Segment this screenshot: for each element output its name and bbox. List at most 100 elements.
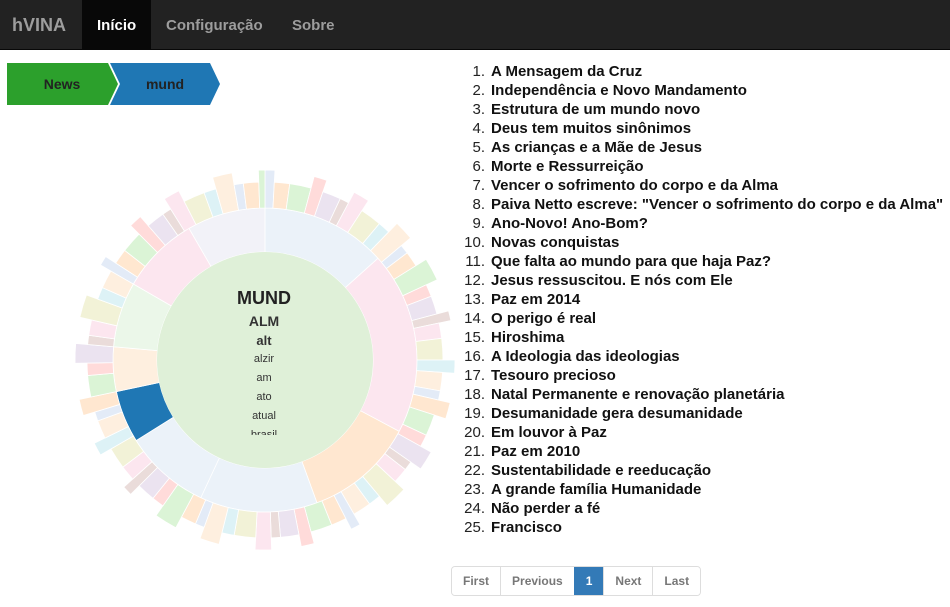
document-list-item[interactable]: 23. A grande família Humanidade	[455, 480, 950, 499]
document-number: 12.	[464, 272, 485, 289]
document-title[interactable]: Desumanidade gera desumanidade	[485, 404, 743, 423]
brand-logo[interactable]: hVINA	[12, 0, 66, 50]
document-title[interactable]: Sustentabilidade e reeducação	[485, 461, 711, 480]
document-title[interactable]: Ano-Novo! Ano-Bom?	[485, 214, 648, 233]
nav-item-inicio[interactable]: Início	[82, 0, 152, 50]
pagination-previous[interactable]: Previous	[500, 567, 574, 595]
document-number: 25.	[464, 519, 485, 536]
document-number: 17.	[464, 367, 485, 384]
document-list-item[interactable]: 13. Paz em 2014	[455, 290, 950, 309]
document-title[interactable]: Que falta ao mundo para que haja Paz?	[485, 252, 771, 271]
document-list-item[interactable]: 12. Jesus ressuscitou. E nós com Ele	[455, 271, 950, 290]
document-list-item[interactable]: 8. Paiva Netto escreve: "Vencer o sofrime…	[455, 195, 950, 214]
document-list-item[interactable]: 6. Morte e Ressurreição	[455, 157, 950, 176]
breadcrumb-news-label[interactable]: News	[7, 63, 117, 105]
document-list-item[interactable]: 15. Hiroshima	[455, 328, 950, 347]
document-number: 1.	[472, 63, 485, 80]
document-title[interactable]: Paz em 2010	[485, 442, 580, 461]
document-list-item[interactable]: 17. Tesouro precioso	[455, 366, 950, 385]
pagination-current-page[interactable]: 1	[573, 567, 604, 595]
document-title[interactable]: Novas conquistas	[485, 233, 619, 252]
document-title[interactable]: Paz em 2014	[485, 290, 580, 309]
document-list-item[interactable]: 22. Sustentabilidade e reeducação	[455, 461, 950, 480]
document-number: 21.	[464, 443, 485, 460]
pagination-next[interactable]: Next	[603, 567, 653, 595]
document-title[interactable]: Deus tem muitos sinônimos	[485, 119, 691, 138]
document-number: 4.	[472, 120, 485, 137]
document-number: 24.	[464, 500, 485, 517]
document-list-item[interactable]: 4. Deus tem muitos sinônimos	[455, 119, 950, 138]
document-number: 5.	[472, 139, 485, 156]
document-title[interactable]: Hiroshima	[485, 328, 564, 347]
document-title[interactable]: Independência e Novo Mandamento	[485, 81, 747, 100]
document-number: 13.	[464, 291, 485, 308]
document-list-item[interactable]: 20. Em louvor à Paz	[455, 423, 950, 442]
document-title[interactable]: Tesouro precioso	[485, 366, 616, 385]
document-list-item[interactable]: 3. Estrutura de um mundo novo	[455, 100, 950, 119]
document-title[interactable]: Morte e Ressurreição	[485, 157, 644, 176]
document-title[interactable]: As crianças e a Mãe de Jesus	[485, 138, 702, 157]
document-number: 10.	[464, 234, 485, 251]
center-word[interactable]: alt	[185, 331, 343, 350]
center-word[interactable]: alzir	[185, 350, 343, 369]
document-number: 22.	[464, 462, 485, 479]
document-list-item[interactable]: 21. Paz em 2010	[455, 442, 950, 461]
sunburst-outer-segment[interactable]	[257, 169, 266, 209]
document-title[interactable]: Estrutura de um mundo novo	[485, 100, 700, 119]
document-number: 20.	[464, 424, 485, 441]
document-title[interactable]: A grande família Humanidade	[485, 480, 701, 499]
document-list-item[interactable]: 1. A Mensagem da Cruz	[455, 62, 950, 81]
sunburst-outer-segment[interactable]	[269, 510, 281, 539]
center-title[interactable]: MUND	[185, 285, 343, 311]
document-number: 9.	[472, 215, 485, 232]
sunburst-outer-segment[interactable]	[86, 362, 115, 376]
document-number: 23.	[464, 481, 485, 498]
center-word[interactable]: am	[185, 369, 343, 388]
document-title[interactable]: Não perder a fé	[485, 499, 600, 518]
document-list-item[interactable]: 16. A Ideologia das ideologias	[455, 347, 950, 366]
document-number: 14.	[464, 310, 485, 327]
document-title[interactable]: O perigo é real	[485, 309, 596, 328]
document-title[interactable]: Vencer o sofrimento do corpo e da Alma	[485, 176, 778, 195]
document-list-item[interactable]: 25. Francisco	[455, 518, 950, 537]
center-word[interactable]: brasil	[185, 426, 343, 435]
document-list-item[interactable]: 18. Natal Permanente e renovação planetár…	[455, 385, 950, 404]
document-list-item[interactable]: 14. O perigo é real	[455, 309, 950, 328]
top-navbar: hVINA Início Configuração Sobre	[0, 0, 950, 50]
document-list-item[interactable]: 10. Novas conquistas	[455, 233, 950, 252]
document-title[interactable]: Francisco	[485, 518, 562, 537]
sunburst-outer-segment[interactable]	[242, 181, 261, 210]
document-number: 8.	[472, 196, 485, 213]
document-list-item[interactable]: 2. Independência e Novo Mandamento	[455, 81, 950, 100]
document-title[interactable]: Em louvor à Paz	[485, 423, 607, 442]
sunburst-outer-segment[interactable]	[415, 337, 444, 361]
pagination-last[interactable]: Last	[652, 567, 701, 595]
center-word[interactable]: ALM	[185, 311, 343, 331]
document-number: 11.	[465, 253, 485, 270]
nav-item-sobre[interactable]: Sobre	[277, 0, 350, 50]
document-list-item[interactable]: 5. As crianças e a Mãe de Jesus	[455, 138, 950, 157]
document-number: 15.	[464, 329, 485, 346]
breadcrumb: News mund	[7, 63, 267, 105]
document-list-item[interactable]: 9. Ano-Novo! Ano-Bom?	[455, 214, 950, 233]
document-list-item[interactable]: 7. Vencer o sofrimento do corpo e da Alma	[455, 176, 950, 195]
document-title[interactable]: A Ideologia das ideologias	[485, 347, 680, 366]
document-title[interactable]: Jesus ressuscitou. E nós com Ele	[485, 271, 733, 290]
center-word[interactable]: atual	[185, 407, 343, 426]
sunburst-outer-segment[interactable]	[254, 511, 273, 551]
center-word[interactable]: ato	[185, 388, 343, 407]
document-number: 2.	[472, 82, 485, 99]
document-number: 16.	[464, 348, 485, 365]
document-title[interactable]: Paiva Netto escreve: "Vencer o sofriment…	[485, 195, 943, 214]
document-list-item[interactable]: 24. Não perder a fé	[455, 499, 950, 518]
document-number: 3.	[472, 101, 485, 118]
breadcrumb-mund-label[interactable]: mund	[115, 63, 215, 105]
nav-item-configuracao[interactable]: Configuração	[151, 0, 278, 50]
document-title[interactable]: Natal Permanente e renovação planetária	[485, 385, 784, 404]
document-number: 19.	[464, 405, 485, 422]
document-list-item[interactable]: 11. Que falta ao mundo para que haja Paz?	[455, 252, 950, 271]
pagination-first[interactable]: First	[452, 567, 501, 595]
document-title[interactable]: A Mensagem da Cruz	[485, 62, 642, 81]
document-list-item[interactable]: 19. Desumanidade gera desumanidade	[455, 404, 950, 423]
center-word-list: MUND ALM alt alzir am ato atual brasil	[185, 285, 343, 435]
